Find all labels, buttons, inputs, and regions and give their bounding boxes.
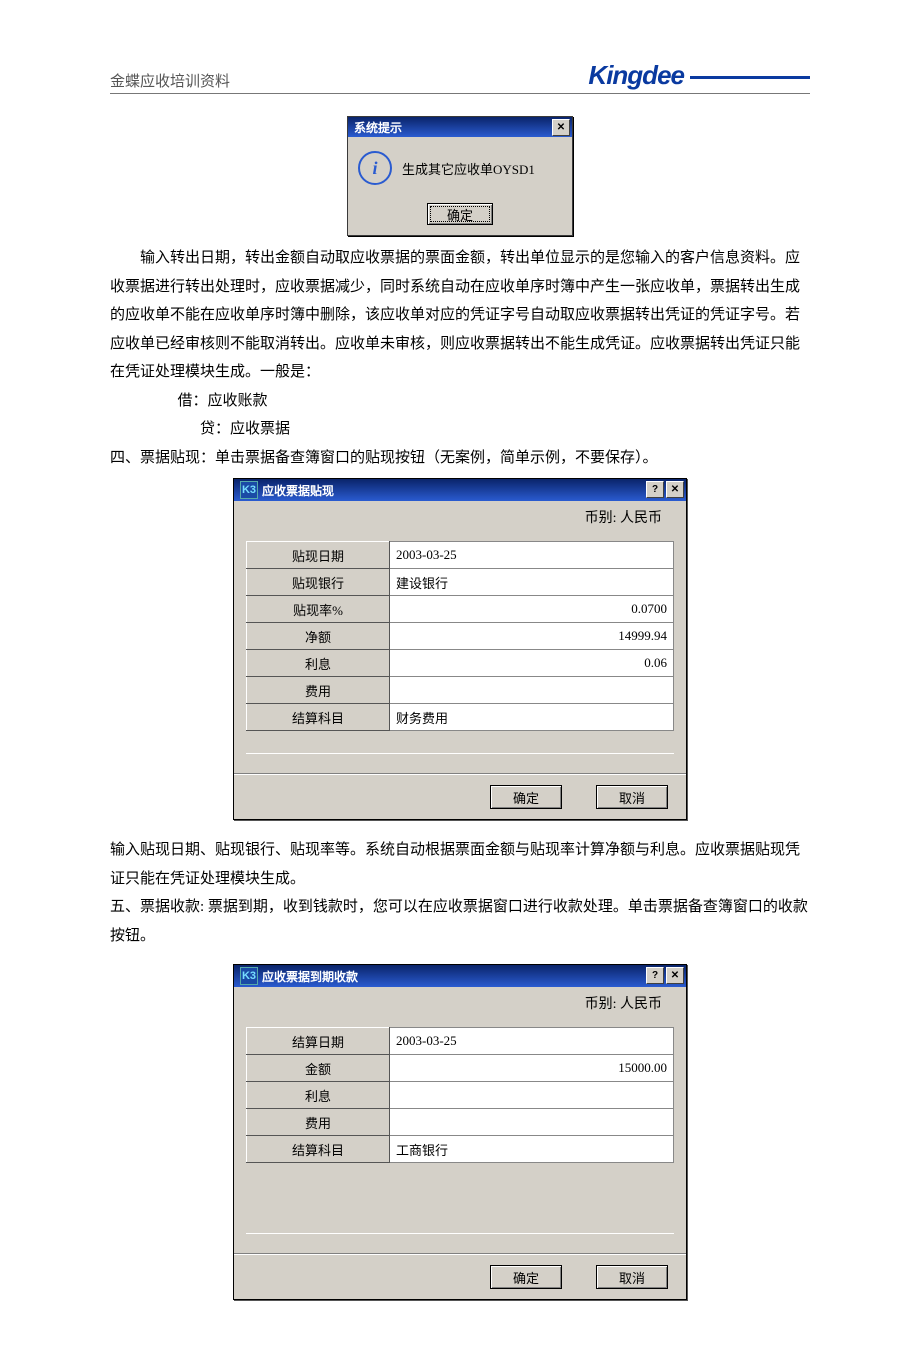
field-value[interactable]: 0.0700 [390,596,674,623]
close-icon[interactable]: ✕ [552,119,570,136]
field-value[interactable]: 财务费用 [390,704,674,731]
ok-button[interactable]: 确定 [490,785,562,809]
cancel-button[interactable]: 取消 [596,1265,668,1289]
table-row: 净额14999.94 [247,623,674,650]
prompt-message: 生成其它应收单OYSD1 [402,159,535,178]
k3-app-icon: K3 [240,967,258,985]
system-prompt-dialog: 系统提示 ✕ i 生成其它应收单OYSD1 确定 [347,116,573,236]
table-row: 结算日期2003-03-25 [247,1028,674,1055]
help-icon[interactable]: ? [646,481,664,498]
field-value[interactable] [390,1109,674,1136]
field-label: 费用 [247,1109,390,1136]
table-row: 结算科目财务费用 [247,704,674,731]
document-page: 金蝶应收培训资料 Kingdee 系统提示 ✕ i 生成其它应收单OYSD1 确… [0,0,920,1348]
header-doc-title: 金蝶应收培训资料 [110,70,230,91]
paragraph: 输入转出日期，转出金额自动取应收票据的票面金额，转出单位显示的是您输入的客户信息… [110,244,810,387]
dialog-title: 应收票据到期收款 [262,968,358,985]
dialog-titlebar[interactable]: 系统提示 ✕ [348,117,572,137]
info-icon: i [358,151,392,185]
table-row: 贴现率%0.0700 [247,596,674,623]
field-label: 结算科目 [247,1136,390,1163]
field-value[interactable]: 工商银行 [390,1136,674,1163]
table-row: 利息0.06 [247,650,674,677]
field-value[interactable]: 2003-03-25 [390,1028,674,1055]
close-icon[interactable]: ✕ [666,967,684,984]
table-row: 贴现日期2003-03-25 [247,542,674,569]
field-value[interactable] [390,1082,674,1109]
table-row: 结算科目工商银行 [247,1136,674,1163]
collection-form-table: 结算日期2003-03-25金额15000.00利息费用结算科目工商银行 [246,1027,674,1163]
accounting-debit-line: 借：应收账款 [110,387,810,416]
table-row: 贴现银行建设银行 [247,569,674,596]
section-5-heading: 五、票据收款: 票据到期，收到钱款时，您可以在应收票据窗口进行收款处理。单击票据… [110,893,810,950]
dialog-title: 应收票据贴现 [262,482,334,499]
field-value[interactable] [390,677,674,704]
cancel-button[interactable]: 取消 [596,785,668,809]
field-label: 结算日期 [247,1028,390,1055]
dialog-title: 系统提示 [354,119,402,136]
field-value[interactable]: 建设银行 [390,569,674,596]
field-label: 费用 [247,677,390,704]
field-value[interactable]: 2003-03-25 [390,542,674,569]
ok-button[interactable]: 确定 [427,203,493,225]
dialog-titlebar[interactable]: K3 应收票据到期收款 ? ✕ [234,965,686,987]
page-header: 金蝶应收培训资料 Kingdee [110,60,810,94]
field-label: 贴现率% [247,596,390,623]
currency-label: 币别: 人民币 [234,987,686,1019]
discount-form-table: 贴现日期2003-03-25贴现银行建设银行贴现率%0.0700净额14999.… [246,541,674,731]
currency-label: 币别: 人民币 [234,501,686,533]
field-label: 贴现日期 [247,542,390,569]
field-label: 结算科目 [247,704,390,731]
table-row: 费用 [247,1109,674,1136]
field-value[interactable]: 14999.94 [390,623,674,650]
close-icon[interactable]: ✕ [666,481,684,498]
field-label: 贴现银行 [247,569,390,596]
field-label: 净额 [247,623,390,650]
table-row: 费用 [247,677,674,704]
help-icon[interactable]: ? [646,967,664,984]
accounting-credit-line: 贷：应收票据 [110,415,810,444]
bill-discount-dialog: K3 应收票据贴现 ? ✕ 币别: 人民币 贴现日期2003-03-25贴现银行… [233,478,687,820]
field-value[interactable]: 15000.00 [390,1055,674,1082]
table-row: 金额15000.00 [247,1055,674,1082]
paragraph: 输入贴现日期、贴现银行、贴现率等。系统自动根据票面金额与贴现率计算净额与利息。应… [110,836,810,893]
kingdee-logo: Kingdee [588,60,810,91]
section-4-heading: 四、票据贴现：单击票据备查簿窗口的贴现按钮（无案例，简单示例，不要保存）。 [110,444,810,473]
field-value[interactable]: 0.06 [390,650,674,677]
k3-app-icon: K3 [240,481,258,499]
ok-button[interactable]: 确定 [490,1265,562,1289]
table-row: 利息 [247,1082,674,1109]
bill-collection-dialog: K3 应收票据到期收款 ? ✕ 币别: 人民币 结算日期2003-03-25金额… [233,964,687,1300]
dialog-titlebar[interactable]: K3 应收票据贴现 ? ✕ [234,479,686,501]
field-label: 利息 [247,650,390,677]
field-label: 金额 [247,1055,390,1082]
field-label: 利息 [247,1082,390,1109]
